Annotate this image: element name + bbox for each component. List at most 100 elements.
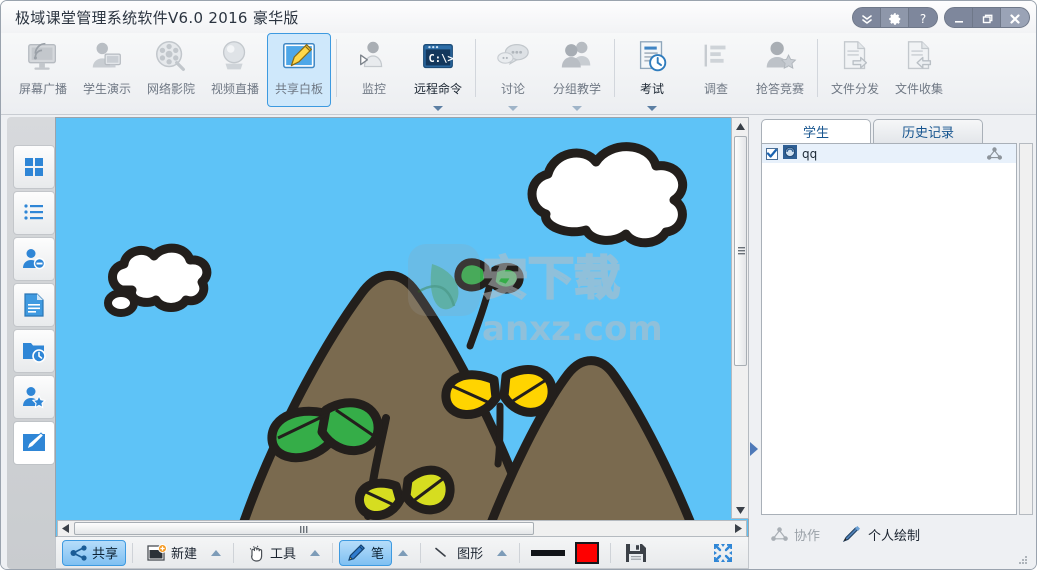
toolbar-divider bbox=[519, 542, 521, 563]
new-dropdown-arrow-icon[interactable] bbox=[211, 549, 222, 556]
horizontal-scroll-thumb[interactable] bbox=[74, 522, 534, 535]
sidebar-item-user-remove[interactable] bbox=[13, 237, 55, 281]
scroll-down-arrow-icon[interactable] bbox=[732, 502, 748, 518]
vertical-scroll-thumb[interactable] bbox=[734, 136, 747, 366]
ribbon-item-group-teaching[interactable]: 分组教学 bbox=[545, 33, 609, 113]
toolbar-divider bbox=[817, 39, 818, 97]
chevron-down-icon[interactable] bbox=[433, 106, 443, 111]
cloud-big bbox=[527, 142, 688, 248]
pen-icon bbox=[348, 543, 365, 561]
brush-icon bbox=[842, 526, 861, 542]
ribbon-item-label: 文件收集 bbox=[894, 82, 943, 96]
shape-button[interactable]: 图形 bbox=[427, 540, 491, 566]
shared-whiteboard-icon bbox=[283, 42, 315, 69]
chevron-down-icon[interactable] bbox=[647, 106, 657, 111]
scroll-up-arrow-icon[interactable] bbox=[732, 118, 748, 134]
ribbon-item-student-demo[interactable]: 学生演示 bbox=[75, 33, 139, 113]
gear-icon[interactable] bbox=[881, 8, 909, 27]
shape-label: 图形 bbox=[457, 547, 484, 562]
sidebar-item-document[interactable] bbox=[13, 283, 55, 327]
ribbon-item-label: 监控 bbox=[361, 82, 386, 96]
window-controls: ? bbox=[852, 7, 1030, 28]
canvas-drawing bbox=[56, 118, 748, 536]
file-distribute-icon bbox=[843, 41, 868, 70]
tab-label: 学生 bbox=[802, 126, 829, 141]
tools-dropdown-arrow-icon[interactable] bbox=[310, 549, 321, 556]
shape-dropdown-arrow-icon[interactable] bbox=[497, 549, 508, 556]
color-swatch[interactable] bbox=[575, 541, 600, 564]
ribbon-item-remote-command[interactable]: C:\> 远程命令 bbox=[406, 33, 470, 113]
collab-label: 协作 bbox=[794, 528, 821, 544]
left-sidebar bbox=[7, 117, 55, 569]
minimize-button[interactable] bbox=[945, 8, 973, 27]
student-avatar-icon bbox=[783, 145, 797, 162]
student-list-item[interactable]: qq bbox=[762, 144, 1016, 163]
help-icon[interactable]: ? bbox=[909, 8, 937, 27]
ribbon-item-label: 讨论 bbox=[500, 82, 525, 96]
ribbon-item-file-collect[interactable]: 文件收集 bbox=[887, 33, 951, 113]
screen-broadcast-icon bbox=[28, 42, 57, 70]
collab-network-icon bbox=[771, 526, 788, 541]
app-window: 极域课堂管理系统软件V6.0 2016 豪华版 ? 屏幕广播 学生演示 网络影院… bbox=[0, 0, 1037, 570]
tab-label: 历史记录 bbox=[901, 126, 954, 141]
sidebar-item-grid[interactable] bbox=[13, 145, 55, 189]
whiteboard-canvas[interactable]: 安下载 anxz.com bbox=[55, 117, 749, 537]
pen-button[interactable]: 笔 bbox=[339, 539, 393, 566]
ribbon-item-quiz-race[interactable]: 抢答竞赛 bbox=[748, 33, 812, 113]
ribbon-item-screen-broadcast[interactable]: 屏幕广播 bbox=[11, 33, 75, 113]
scroll-right-arrow-icon[interactable] bbox=[731, 521, 746, 536]
save-button[interactable] bbox=[617, 540, 655, 566]
canvas-vertical-scrollbar[interactable] bbox=[731, 117, 749, 519]
chevron-down-icon[interactable] bbox=[508, 106, 518, 111]
app-title: 极域课堂管理系统软件V6.0 2016 豪华版 bbox=[15, 9, 299, 27]
chevron-down-icon[interactable] bbox=[572, 106, 582, 111]
main-body: 安下载 anxz.com 共享 新建 工具 笔 图形 学生 历史记录 qq 协作… bbox=[1, 115, 1036, 569]
file-collect-icon bbox=[907, 41, 932, 70]
sidebar-item-history[interactable] bbox=[13, 329, 55, 373]
ribbon-item-video-live[interactable]: 视频直播 bbox=[203, 33, 267, 113]
close-button[interactable] bbox=[1001, 8, 1029, 27]
sidebar-item-whiteboard[interactable] bbox=[13, 421, 55, 465]
line-width-swatch[interactable] bbox=[531, 549, 566, 556]
chevrons-down-icon[interactable] bbox=[853, 8, 881, 27]
toolbar-divider bbox=[610, 542, 612, 563]
pen-label: 笔 bbox=[371, 547, 385, 562]
checkmark-icon bbox=[767, 149, 777, 158]
pen-dropdown-arrow-icon[interactable] bbox=[398, 549, 409, 556]
document-icon bbox=[24, 293, 44, 317]
exam-icon bbox=[639, 41, 667, 72]
canvas-horizontal-scrollbar[interactable] bbox=[57, 520, 747, 537]
ribbon-item-discussion[interactable]: 讨论 bbox=[481, 33, 545, 113]
sidebar-item-list[interactable] bbox=[13, 191, 55, 235]
ribbon-item-net-movie[interactable]: 网络影院 bbox=[139, 33, 203, 113]
tab-students[interactable]: 学生 bbox=[761, 119, 871, 143]
sidebar-item-user-star[interactable] bbox=[13, 375, 55, 419]
drawing-toolbar: 共享 新建 工具 笔 图形 bbox=[55, 537, 749, 569]
tools-button[interactable]: 工具 bbox=[240, 540, 304, 566]
right-panel: 学生 历史记录 qq 协作 个人绘制 bbox=[757, 115, 1033, 569]
ribbon-item-exam[interactable]: 考试 bbox=[620, 33, 684, 113]
ribbon-item-file-distribute[interactable]: 文件分发 bbox=[823, 33, 887, 113]
tab-history[interactable]: 历史记录 bbox=[873, 119, 983, 143]
student-checkbox[interactable] bbox=[766, 147, 778, 160]
share-button[interactable]: 共享 bbox=[62, 539, 127, 566]
ribbon-item-shared-whiteboard[interactable]: 共享白板 bbox=[267, 33, 331, 107]
history-folder-icon bbox=[23, 343, 46, 363]
ribbon-item-monitor[interactable]: 监控 bbox=[342, 33, 406, 113]
window-resize-grip[interactable] bbox=[1016, 550, 1028, 569]
user-star-icon bbox=[23, 387, 46, 409]
remote-command-icon: C:\> bbox=[423, 43, 454, 69]
collab-status[interactable]: 协作 bbox=[771, 525, 820, 544]
student-list-scrollbar[interactable] bbox=[1019, 143, 1033, 515]
scroll-left-arrow-icon[interactable] bbox=[58, 521, 73, 536]
fullscreen-button[interactable] bbox=[704, 540, 742, 566]
whiteboard-pen-icon bbox=[23, 432, 45, 451]
ribbon-item-label: 考试 bbox=[639, 82, 664, 96]
network-share-icon bbox=[987, 147, 1002, 163]
ribbon-item-label: 视频直播 bbox=[210, 82, 259, 96]
personal-draw-status[interactable]: 个人绘制 bbox=[842, 525, 920, 544]
restore-button[interactable] bbox=[973, 8, 1001, 27]
new-button[interactable]: 新建 bbox=[139, 540, 205, 566]
student-list[interactable]: qq bbox=[761, 143, 1017, 515]
ribbon-item-survey[interactable]: 调查 bbox=[684, 33, 748, 113]
